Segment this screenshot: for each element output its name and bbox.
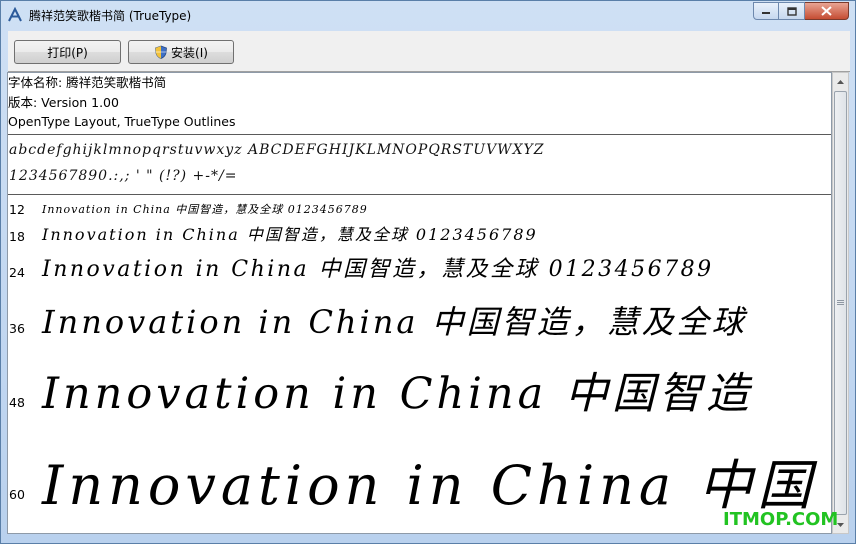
sample-text: Innovation in China 中国智造，慧及全球 0123456789 <box>42 203 368 216</box>
close-button[interactable] <box>805 2 849 20</box>
minimize-button[interactable] <box>753 2 779 20</box>
install-button[interactable]: 安装(I) <box>128 40 234 64</box>
vertical-scrollbar[interactable] <box>832 72 849 534</box>
sample-text: Innovation in China 中国智造，慧及全球 0123456789 <box>42 257 714 282</box>
grip-icon <box>837 300 844 306</box>
minimize-icon <box>762 12 770 14</box>
sample-size-label: 36 <box>9 321 25 336</box>
close-icon <box>821 6 832 16</box>
window-title: 腾祥范笑歌楷书简 (TrueType) <box>29 9 192 23</box>
caption-buttons <box>753 2 849 21</box>
sample-size-label: 24 <box>9 265 25 280</box>
sample-text: Innovation in China 中国智造，慧及全球 <box>42 303 747 341</box>
divider <box>8 194 831 195</box>
font-info: 字体名称: 腾祥范笑歌楷书简 版本: Version 1.00 OpenType… <box>8 73 235 132</box>
maximize-icon <box>786 6 797 16</box>
sample-size-label: 48 <box>9 395 25 410</box>
font-version: 版本: Version 1.00 <box>8 94 119 110</box>
sample-size-label: 12 <box>9 202 25 217</box>
maximize-button[interactable] <box>779 2 805 20</box>
site-watermark: ITMOP.COM <box>723 509 839 530</box>
uac-shield-icon <box>155 45 167 59</box>
divider <box>8 134 831 135</box>
font-name: 字体名称: 腾祥范笑歌楷书简 <box>8 75 167 90</box>
scroll-thumb[interactable] <box>834 91 847 515</box>
sample-size-label: 18 <box>9 229 25 244</box>
charset-digits: 1234567890.:,; ' " (!?) +-*/= <box>9 168 238 184</box>
install-button-label: 安装(I) <box>171 45 208 60</box>
scroll-up-icon <box>837 79 844 84</box>
print-button-label: 打印(P) <box>47 45 88 60</box>
scroll-up-button[interactable] <box>833 73 848 90</box>
font-preview-pane[interactable]: 字体名称: 腾祥范笑歌楷书简 版本: Version 1.00 OpenType… <box>7 72 832 534</box>
print-button[interactable]: 打印(P) <box>14 40 121 64</box>
sample-text: Innovation in China 中国智造 <box>42 369 753 419</box>
title-bar[interactable]: 腾祥范笑歌楷书简 (TrueType) <box>1 1 855 31</box>
font-type: OpenType Layout, TrueType Outlines <box>8 114 236 129</box>
sample-text: Innovation in China 中国智造，慧及全球 0123456789 <box>42 225 538 244</box>
font-a-icon <box>8 7 22 22</box>
toolbar: 打印(P) 安装(I) <box>8 31 850 72</box>
sample-size-label: 60 <box>9 487 25 502</box>
sample-text: Innovation in China 中国 <box>42 454 817 517</box>
charset-letters: abcdefghijklmnopqrstuvwxyz ABCDEFGHIJKLM… <box>9 142 545 158</box>
